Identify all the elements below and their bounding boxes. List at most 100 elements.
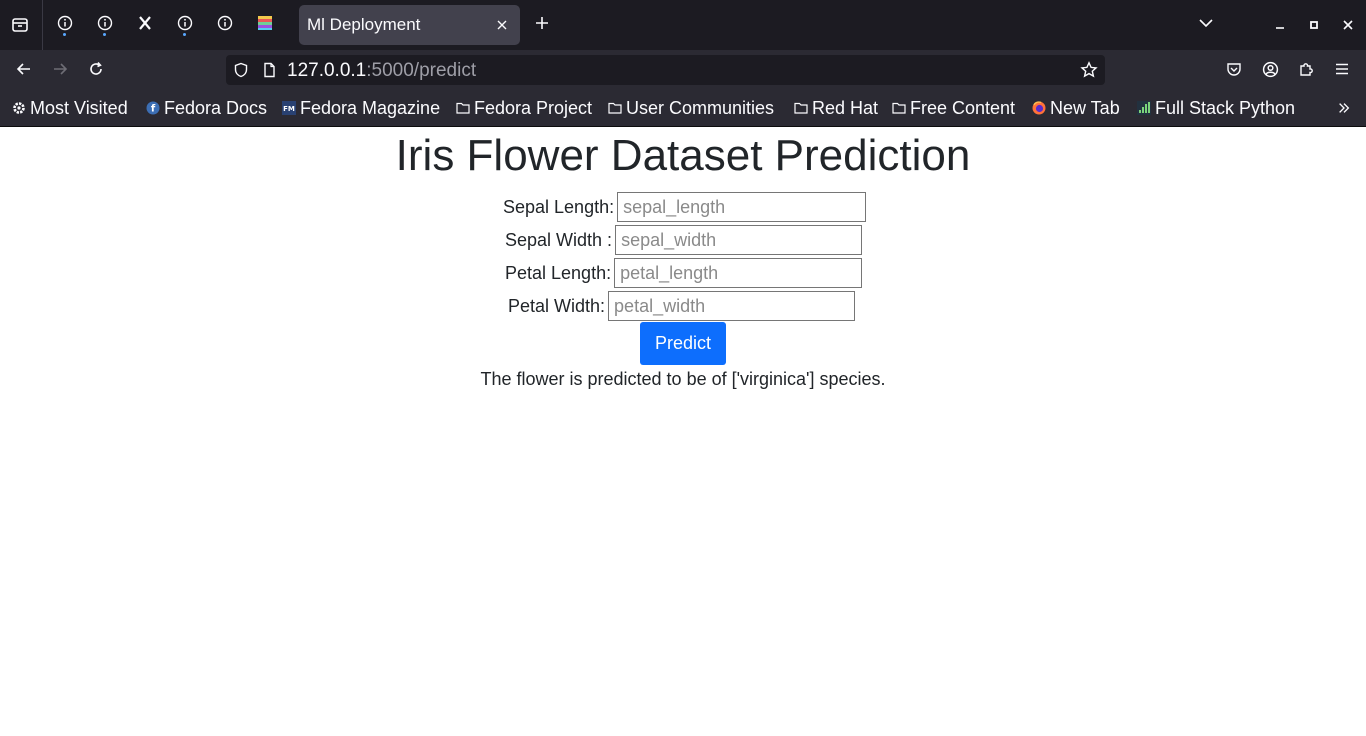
- svg-text:FM: FM: [283, 105, 295, 113]
- petal-length-row: Petal Length:: [505, 256, 863, 290]
- prediction-result: The flower is predicted to be of ['virgi…: [480, 369, 886, 389]
- account-button[interactable]: [1255, 56, 1285, 86]
- tab-separator: [42, 0, 43, 50]
- pinned-tab-6[interactable]: [250, 10, 280, 40]
- forward-arrow-icon: [52, 61, 68, 81]
- pinned-tab-2[interactable]: [90, 10, 120, 40]
- sepal-width-label: Sepal Width :: [505, 229, 613, 250]
- reload-icon: [88, 61, 104, 81]
- info-icon: [97, 15, 113, 35]
- bookmark-label: New Tab: [1050, 97, 1120, 118]
- sepal-width-row: Sepal Width :: [505, 223, 863, 257]
- bookmark-label: Most Visited: [30, 97, 128, 118]
- folder-icon: [456, 101, 470, 115]
- bookmark-label: Free Content: [910, 97, 1016, 118]
- fedora-magazine-icon: FM: [282, 101, 296, 115]
- bookmark-user-communities[interactable]: User Communities: [608, 97, 774, 119]
- maximize-icon: [1308, 16, 1320, 35]
- pinned-tab-4[interactable]: [170, 10, 200, 40]
- pinned-tab-5[interactable]: [210, 10, 240, 40]
- folder-icon: [892, 101, 906, 115]
- bookmark-label: Red Hat: [812, 97, 879, 118]
- minimize-window-button[interactable]: [1265, 10, 1295, 40]
- page-info-icon[interactable]: [261, 62, 277, 82]
- bookmark-star-icon[interactable]: [1080, 61, 1098, 83]
- folder-icon: [794, 101, 808, 115]
- url-text[interactable]: 127.0.0.1:5000/predict: [287, 60, 476, 82]
- pinned-tab-1[interactable]: [50, 10, 80, 40]
- colorful-favicon-icon: [257, 15, 273, 35]
- browser-window: Ml Deployment 127.0.0.1:5000/predict Mos…: [0, 0, 1366, 736]
- minimize-icon: [1274, 16, 1286, 35]
- close-tab-icon[interactable]: [492, 15, 512, 35]
- petal-width-label: Petal Width:: [508, 295, 606, 316]
- new-tab-button[interactable]: [527, 10, 557, 40]
- app-menu-button[interactable]: [1327, 56, 1357, 86]
- bookmark-new-tab[interactable]: New Tab: [1032, 97, 1120, 119]
- bookmark-free-content[interactable]: Free Content: [892, 97, 1015, 119]
- info-icon: [57, 15, 73, 35]
- sepal-width-input[interactable]: [615, 225, 863, 255]
- close-window-button[interactable]: [1333, 10, 1363, 40]
- url-host: 127.0.0.1: [287, 60, 367, 81]
- close-icon: [1342, 16, 1354, 35]
- tab-attention-indicator: [103, 33, 106, 36]
- forward-button[interactable]: [45, 56, 75, 86]
- petal-length-input[interactable]: [614, 258, 863, 288]
- back-arrow-icon: [16, 61, 32, 81]
- back-button[interactable]: [9, 56, 39, 86]
- gear-icon: [12, 101, 26, 115]
- page-content: Iris Flower Dataset Prediction Sepal Len…: [0, 127, 1366, 736]
- firefox-view-icon[interactable]: [5, 10, 35, 40]
- bookmark-red-hat[interactable]: Red Hat: [794, 97, 878, 119]
- list-all-tabs-button[interactable]: [1191, 10, 1221, 40]
- pocket-icon: [1226, 61, 1242, 81]
- pocket-button[interactable]: [1219, 56, 1249, 86]
- firefox-icon: [1032, 101, 1046, 115]
- sepal-length-row: Sepal Length:: [503, 190, 867, 224]
- tab-attention-indicator: [63, 33, 66, 36]
- plus-icon: [534, 15, 550, 35]
- hamburger-menu-icon: [1334, 61, 1350, 81]
- bookmark-fedora-docs[interactable]: f Fedora Docs: [146, 97, 267, 119]
- petal-length-label: Petal Length:: [505, 262, 612, 283]
- more-bookmarks-button[interactable]: [1337, 97, 1351, 119]
- account-icon: [1262, 61, 1279, 82]
- sepal-length-label: Sepal Length:: [503, 196, 615, 217]
- page-title: Iris Flower Dataset Prediction: [395, 131, 971, 180]
- bookmark-fedora-project[interactable]: Fedora Project: [456, 97, 592, 119]
- bookmark-label: User Communities: [626, 97, 775, 118]
- tab-attention-indicator: [183, 33, 186, 36]
- tab-title: Ml Deployment: [307, 15, 421, 34]
- pinned-tab-3[interactable]: [130, 10, 160, 40]
- bookmark-label: Fedora Docs: [164, 97, 268, 118]
- url-path: :5000/predict: [366, 60, 477, 81]
- chevron-double-right-icon: [1337, 101, 1351, 115]
- petal-width-input[interactable]: [608, 291, 856, 321]
- bookmark-most-visited[interactable]: Most Visited: [12, 97, 128, 119]
- puzzle-piece-icon: [1298, 61, 1314, 81]
- folder-icon: [608, 101, 622, 115]
- info-icon: [177, 15, 193, 35]
- x-logo-icon: [137, 15, 153, 35]
- predict-button[interactable]: Predict: [640, 322, 726, 365]
- navigation-toolbar: 127.0.0.1:5000/predict: [0, 50, 1366, 91]
- extensions-button[interactable]: [1291, 56, 1321, 86]
- bookmark-fedora-magazine[interactable]: FM Fedora Magazine: [282, 97, 440, 119]
- svg-text:f: f: [151, 104, 156, 115]
- bookmark-full-stack-python[interactable]: Full Stack Python: [1137, 97, 1295, 119]
- fedora-icon: f: [146, 101, 160, 115]
- bookmark-label: Full Stack Python: [1155, 97, 1296, 118]
- maximize-window-button[interactable]: [1299, 10, 1329, 40]
- bookmarks-toolbar: Most Visited f Fedora Docs FM Fedora Mag…: [0, 91, 1366, 127]
- chevron-down-icon: [1198, 15, 1214, 35]
- tab-strip: Ml Deployment: [0, 0, 1366, 50]
- info-icon: [217, 15, 233, 35]
- address-bar[interactable]: 127.0.0.1:5000/predict: [226, 55, 1105, 85]
- petal-width-row: Petal Width:: [508, 289, 856, 323]
- reload-button[interactable]: [81, 56, 111, 86]
- sepal-length-input[interactable]: [617, 192, 867, 222]
- tab-ml-deployment[interactable]: Ml Deployment: [299, 5, 520, 45]
- bookmark-label: Fedora Magazine: [300, 97, 441, 118]
- shield-icon[interactable]: [233, 62, 249, 82]
